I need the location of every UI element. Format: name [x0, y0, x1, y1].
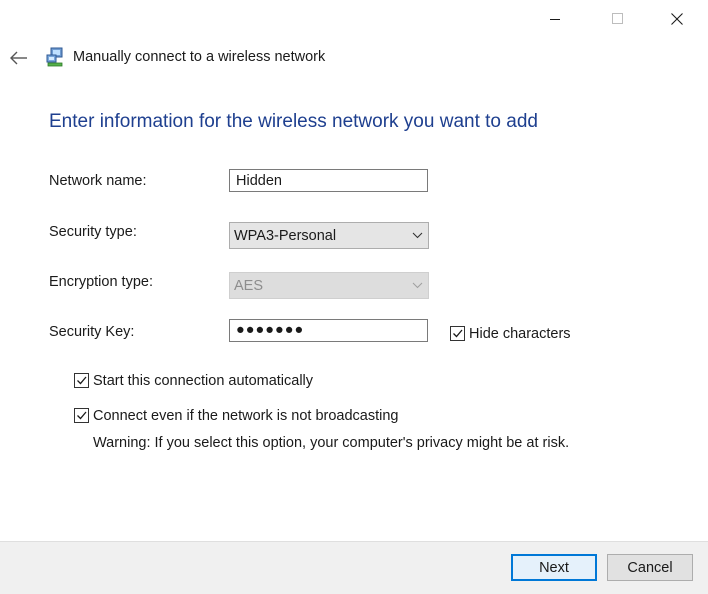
close-icon	[671, 13, 683, 25]
network-name-input[interactable]	[229, 169, 428, 192]
maximize-icon	[612, 13, 623, 24]
checkmark-icon	[77, 411, 87, 420]
encryption-type-value: AES	[234, 278, 264, 294]
security-key-label: Security Key:	[49, 324, 135, 340]
security-type-label: Security type:	[49, 224, 137, 240]
network-name-label: Network name:	[49, 173, 147, 189]
security-type-value: WPA3-Personal	[234, 228, 337, 244]
encryption-type-select[interactable]: AES	[229, 272, 429, 299]
security-key-input[interactable]: ●●●●●●●	[229, 319, 428, 342]
minimize-button[interactable]	[532, 7, 578, 31]
encryption-type-label: Encryption type:	[49, 274, 153, 290]
page-heading: Enter information for the wireless netwo…	[49, 111, 538, 132]
network-icon	[46, 47, 63, 67]
connect-not-broadcasting-checkbox[interactable]	[74, 408, 89, 423]
dialog-footer: Next Cancel	[0, 541, 708, 594]
hide-characters-label[interactable]: Hide characters	[469, 326, 571, 342]
connect-not-broadcasting-label[interactable]: Connect even if the network is not broad…	[93, 408, 398, 424]
window-title: Manually connect to a wireless network	[73, 49, 326, 65]
maximize-button[interactable]	[595, 7, 641, 31]
start-automatically-label[interactable]: Start this connection automatically	[93, 373, 313, 389]
back-button[interactable]	[8, 47, 30, 69]
chevron-down-icon	[412, 232, 423, 239]
start-automatically-checkbox[interactable]	[74, 373, 89, 388]
minimize-icon	[549, 18, 560, 20]
security-type-select[interactable]: WPA3-Personal	[229, 222, 429, 249]
hide-characters-checkbox[interactable]	[450, 326, 465, 341]
checkmark-icon	[453, 329, 463, 338]
chevron-down-icon	[412, 282, 423, 289]
close-button[interactable]	[654, 7, 700, 31]
next-button[interactable]: Next	[511, 554, 597, 581]
back-arrow-icon	[10, 51, 27, 65]
cancel-button[interactable]: Cancel	[607, 554, 693, 581]
checkmark-icon	[77, 376, 87, 385]
privacy-warning: Warning: If you select this option, your…	[93, 435, 570, 451]
